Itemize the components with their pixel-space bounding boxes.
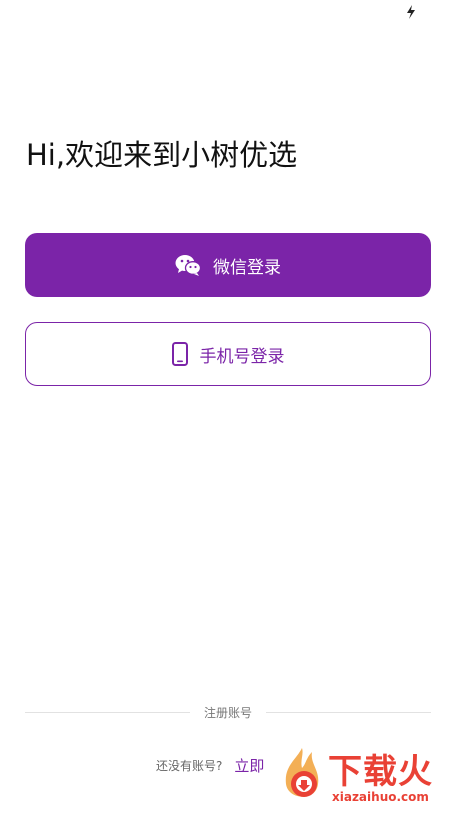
watermark-brand: 下载火 xyxy=(328,752,433,792)
register-divider-label: 注册账号 xyxy=(204,705,253,720)
wechat-login-label: 微信登录 xyxy=(213,257,281,278)
phone-login-label: 手机号登录 xyxy=(199,346,285,367)
register-row: 还没有账号? 立即 xyxy=(156,753,264,777)
wechat-icon xyxy=(175,254,201,276)
watermark-url: xiazaihuo.com xyxy=(332,790,429,804)
status-bar xyxy=(0,0,457,26)
wechat-login-button[interactable]: 微信登录 xyxy=(25,233,431,297)
divider-line-left xyxy=(25,711,190,713)
bolt-icon xyxy=(407,5,415,19)
page-title: Hi,欢迎来到小树优选 xyxy=(26,138,298,172)
no-account-prompt: 还没有账号? xyxy=(156,758,223,773)
login-screen: Hi,欢迎来到小树优选 微信登录 手机号登录 注册账号 还没有账号? 立即 下载… xyxy=(0,0,457,814)
phone-icon xyxy=(171,342,188,366)
register-divider: 注册账号 xyxy=(25,702,432,722)
register-now-link[interactable]: 立即 xyxy=(234,755,264,776)
phone-login-button[interactable]: 手机号登录 xyxy=(25,322,431,386)
divider-line-right xyxy=(266,711,432,713)
flame-icon xyxy=(285,748,319,797)
watermark-logo: 下载火 xiazaihuo.com xyxy=(272,740,457,814)
